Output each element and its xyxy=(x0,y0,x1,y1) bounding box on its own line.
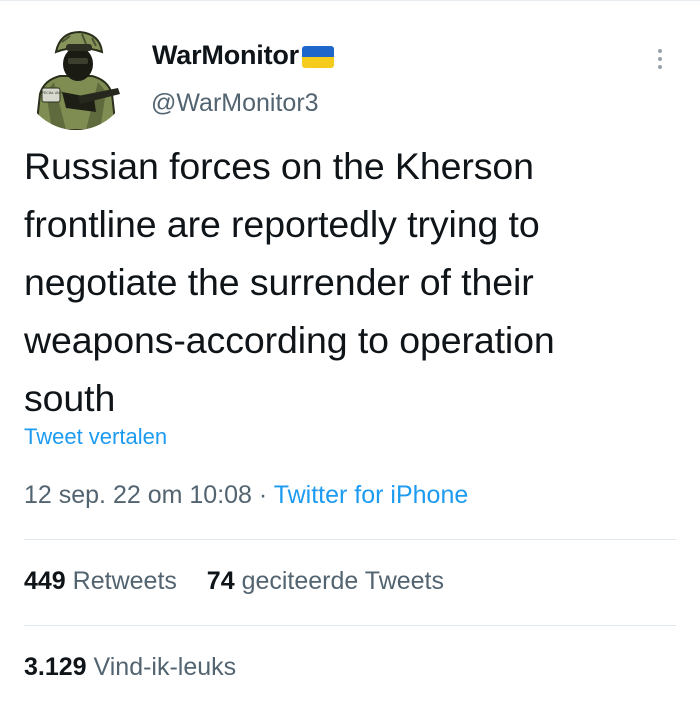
divider xyxy=(24,539,676,540)
quotes-count: 74 xyxy=(206,567,235,595)
quotes-label: geciteerde Tweets xyxy=(241,567,445,595)
tweet-text: Russian forces on the Kherson frontline … xyxy=(24,145,555,419)
user-handle[interactable]: @WarMonitor3 xyxy=(151,89,319,118)
more-options-icon[interactable] xyxy=(648,42,672,76)
soldier-avatar-icon: SPECIAL UNIT xyxy=(22,22,130,130)
ukraine-flag-icon xyxy=(301,46,334,68)
avatar[interactable]: SPECIAL UNIT xyxy=(22,22,130,130)
meta-separator: · xyxy=(258,481,268,509)
quotes-stat[interactable]: 74 geciteerde Tweets xyxy=(207,567,444,595)
likes-stat[interactable]: 3.129 Vind-ik-leuks xyxy=(24,653,236,681)
engagement-row: 449 Retweets 74 geciteerde Tweets xyxy=(24,567,444,596)
top-divider xyxy=(0,0,700,1)
author-name-row[interactable]: WarMonitor xyxy=(152,40,334,71)
display-name[interactable]: WarMonitor xyxy=(152,40,299,71)
divider xyxy=(24,625,676,626)
likes-row: 3.129 Vind-ik-leuks xyxy=(24,653,236,682)
translate-tweet-link[interactable]: Tweet vertalen xyxy=(24,424,167,450)
tweet-source-link[interactable]: Twitter for iPhone xyxy=(274,481,469,509)
tweet-timestamp[interactable]: 12 sep. 22 om 10:08 xyxy=(24,481,252,509)
tweet-meta: 12 sep. 22 om 10:08 · Twitter for iPhone xyxy=(24,481,468,510)
retweets-count: 449 xyxy=(24,567,66,595)
avatar-patch-text: SPECIAL UNIT xyxy=(39,91,62,95)
retweets-label: Retweets xyxy=(72,567,177,595)
likes-count: 3.129 xyxy=(24,653,87,681)
retweets-stat[interactable]: 449 Retweets xyxy=(24,567,184,595)
likes-label: Vind-ik-leuks xyxy=(93,653,237,681)
